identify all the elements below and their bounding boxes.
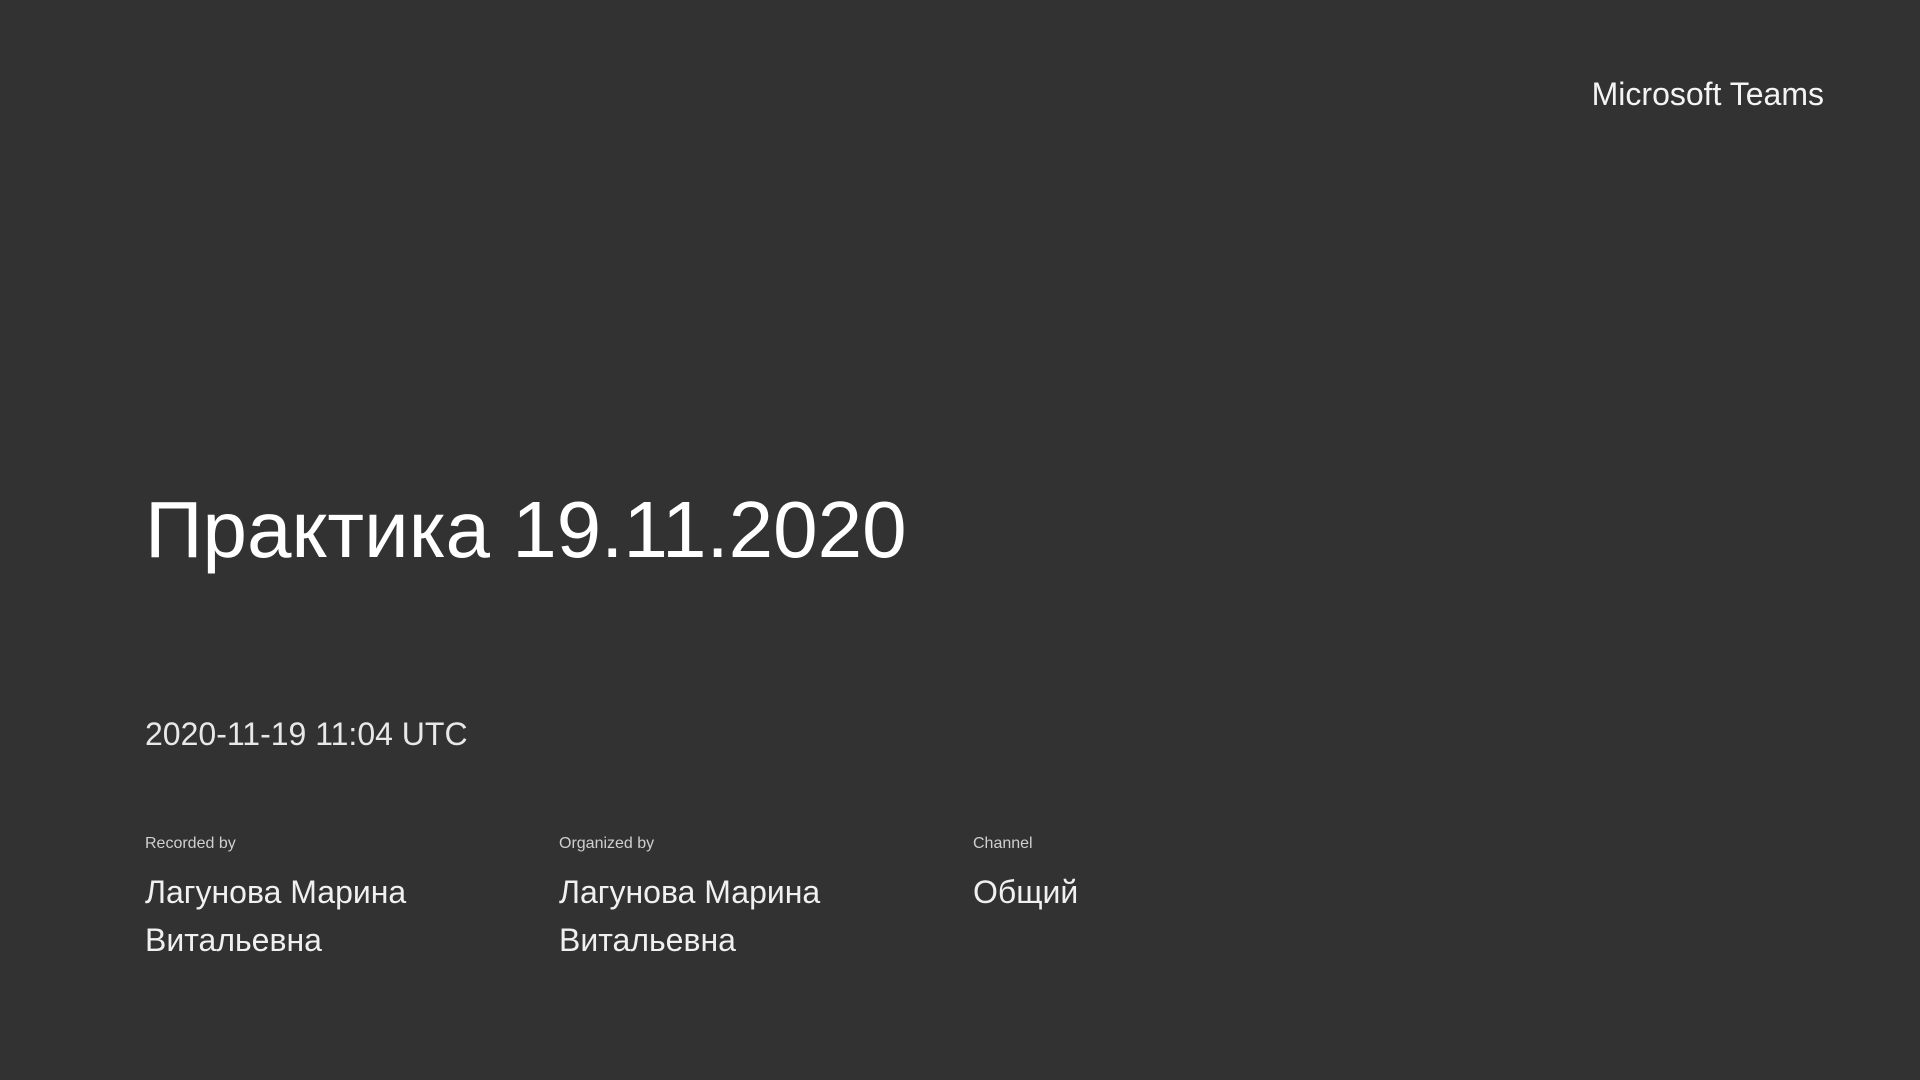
recorded-by-block: Recorded by Лагунова Марина Витальевна <box>145 836 559 964</box>
meeting-meta: Recorded by Лагунова Марина Витальевна O… <box>145 836 1387 964</box>
organized-by-label: Organized by <box>559 835 655 852</box>
channel-block: Channel Общий <box>973 836 1387 964</box>
meeting-title: Практика 19.11.2020 <box>145 485 907 574</box>
recorded-by-value: Лагунова Марина Витальевна <box>145 874 407 958</box>
organized-by-value: Лагунова Марина Витальевна <box>559 874 821 958</box>
channel-value: Общий <box>973 874 1079 910</box>
recorded-by-label: Recorded by <box>145 835 236 852</box>
recording-datetime: 2020-11-19 11:04 UTC <box>145 716 468 752</box>
recording-title-slide: Microsoft Teams Практика 19.11.2020 2020… <box>0 0 1920 1080</box>
brand-name: Microsoft Teams <box>1591 76 1824 112</box>
channel-label: Channel <box>973 835 1033 852</box>
organized-by-block: Organized by Лагунова Марина Витальевна <box>559 836 973 964</box>
